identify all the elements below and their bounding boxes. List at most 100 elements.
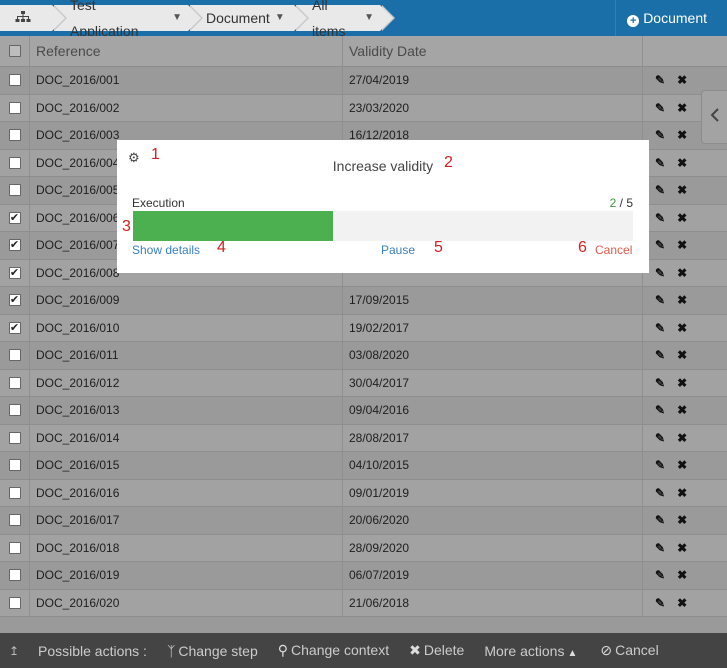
- close-icon[interactable]: ✖: [677, 73, 687, 87]
- row-checkbox[interactable]: ✔: [8, 239, 21, 252]
- row-checkbox[interactable]: ✔: [8, 321, 21, 334]
- row-checkbox[interactable]: ✔: [8, 294, 21, 307]
- pencil-icon[interactable]: ✎: [655, 458, 665, 472]
- table-row[interactable]: DOC_2016/013 09/04/2016 ✎ ✖: [0, 397, 727, 425]
- table-row[interactable]: DOC_2016/011 03/08/2020 ✎ ✖: [0, 342, 727, 370]
- cell-actions: ✎ ✖: [643, 480, 727, 507]
- table-row[interactable]: DOC_2016/012 30/04/2017 ✎ ✖: [0, 369, 727, 397]
- add-document-button[interactable]: + Document: [627, 0, 707, 36]
- pencil-icon[interactable]: ✎: [655, 431, 665, 445]
- close-icon[interactable]: ✖: [677, 266, 687, 280]
- row-checkbox[interactable]: ✔: [8, 266, 21, 279]
- pencil-icon[interactable]: ✎: [655, 266, 665, 280]
- close-icon[interactable]: ✖: [677, 458, 687, 472]
- table-row[interactable]: DOC_2016/018 28/09/2020 ✎ ✖: [0, 534, 727, 562]
- pencil-icon[interactable]: ✎: [655, 486, 665, 500]
- row-checkbox-cell: [0, 397, 30, 424]
- change-context-button[interactable]: ⚲ Change context: [278, 642, 389, 659]
- close-icon[interactable]: ✖: [677, 321, 687, 335]
- row-checkbox[interactable]: [8, 404, 21, 417]
- cancel-button[interactable]: Cancel: [595, 243, 632, 257]
- pencil-icon[interactable]: ✎: [655, 541, 665, 555]
- table-row[interactable]: DOC_2016/017 20/06/2020 ✎ ✖: [0, 507, 727, 535]
- close-icon[interactable]: ✖: [677, 183, 687, 197]
- close-icon[interactable]: ✖: [677, 101, 687, 115]
- close-icon[interactable]: ✖: [677, 431, 687, 445]
- cell-reference: DOC_2016/014: [30, 424, 343, 451]
- row-checkbox[interactable]: [8, 349, 21, 362]
- row-checkbox[interactable]: [8, 459, 21, 472]
- close-icon[interactable]: ✖: [677, 293, 687, 307]
- side-panel-toggle[interactable]: [701, 90, 727, 144]
- pencil-icon[interactable]: ✎: [655, 101, 665, 115]
- table-row[interactable]: DOC_2016/001 27/04/2019 ✎ ✖: [0, 67, 727, 95]
- row-checkbox[interactable]: [8, 569, 21, 582]
- close-icon[interactable]: ✖: [677, 568, 687, 582]
- row-checkbox[interactable]: [8, 129, 21, 142]
- cancel-selection-button[interactable]: ⊘ Cancel: [600, 642, 658, 659]
- pencil-icon[interactable]: ✎: [655, 73, 665, 87]
- close-icon[interactable]: ✖: [677, 596, 687, 610]
- table-row[interactable]: DOC_2016/015 04/10/2015 ✎ ✖: [0, 452, 727, 480]
- cell-actions: ✎ ✖: [643, 177, 727, 204]
- pencil-icon[interactable]: ✎: [655, 156, 665, 170]
- table-row[interactable]: DOC_2016/002 23/03/2020 ✎ ✖: [0, 94, 727, 122]
- close-icon[interactable]: ✖: [677, 513, 687, 527]
- pencil-icon[interactable]: ✎: [655, 321, 665, 335]
- pencil-icon[interactable]: ✎: [655, 376, 665, 390]
- row-checkbox[interactable]: [8, 541, 21, 554]
- row-checkbox[interactable]: [8, 74, 21, 87]
- pencil-icon[interactable]: ✎: [655, 293, 665, 307]
- close-icon[interactable]: ✖: [677, 376, 687, 390]
- breadcrumb-item-document[interactable]: Document ▼: [190, 5, 309, 31]
- delete-button[interactable]: ✖ Delete: [409, 642, 464, 659]
- chevron-down-icon: ▼: [364, 12, 374, 23]
- row-checkbox[interactable]: [8, 156, 21, 169]
- pencil-icon[interactable]: ✎: [655, 513, 665, 527]
- table-row[interactable]: DOC_2016/014 28/08/2017 ✎ ✖: [0, 424, 727, 452]
- row-checkbox[interactable]: [8, 431, 21, 444]
- close-icon[interactable]: ✖: [677, 348, 687, 362]
- close-icon[interactable]: ✖: [677, 211, 687, 225]
- pencil-icon[interactable]: ✎: [655, 211, 665, 225]
- close-icon[interactable]: ✖: [677, 128, 687, 142]
- row-checkbox[interactable]: ✔: [8, 211, 21, 224]
- table-row[interactable]: ✔ DOC_2016/010 19/02/2017 ✎ ✖: [0, 314, 727, 342]
- close-icon[interactable]: ✖: [677, 486, 687, 500]
- branch-icon: ᛉ: [166, 642, 176, 659]
- close-icon[interactable]: ✖: [677, 403, 687, 417]
- cell-actions: ✎ ✖: [643, 287, 727, 314]
- close-icon[interactable]: ✖: [677, 541, 687, 555]
- pause-button[interactable]: Pause: [381, 243, 415, 257]
- row-checkbox-cell: ✔: [0, 287, 30, 314]
- pencil-icon[interactable]: ✎: [655, 403, 665, 417]
- column-header-validity-date[interactable]: Validity Date: [343, 36, 643, 66]
- row-checkbox[interactable]: [8, 184, 21, 197]
- pencil-icon[interactable]: ✎: [655, 348, 665, 362]
- row-checkbox[interactable]: [8, 514, 21, 527]
- row-checkbox[interactable]: [8, 101, 21, 114]
- pencil-icon[interactable]: ✎: [655, 183, 665, 197]
- row-checkbox[interactable]: [8, 596, 21, 609]
- up-arrow-icon[interactable]: ↥: [0, 644, 28, 658]
- column-header-reference[interactable]: Reference: [30, 36, 343, 66]
- change-step-button[interactable]: ᛉ Change step: [167, 643, 258, 659]
- close-icon[interactable]: ✖: [677, 156, 687, 170]
- table-row[interactable]: DOC_2016/020 21/06/2018 ✎ ✖: [0, 589, 727, 617]
- table-row[interactable]: ✔ DOC_2016/009 17/09/2015 ✎ ✖: [0, 287, 727, 315]
- show-details-link[interactable]: Show details: [132, 243, 200, 257]
- row-checkbox[interactable]: [8, 376, 21, 389]
- breadcrumb-item-app[interactable]: Test Application ▼: [54, 0, 203, 39]
- select-all-checkbox[interactable]: [8, 45, 21, 57]
- pencil-icon[interactable]: ✎: [655, 596, 665, 610]
- more-actions-button[interactable]: More actions ▲: [484, 643, 580, 659]
- close-icon[interactable]: ✖: [677, 238, 687, 252]
- pencil-icon[interactable]: ✎: [655, 238, 665, 252]
- row-checkbox[interactable]: [8, 486, 21, 499]
- breadcrumb-home[interactable]: [0, 5, 67, 31]
- cell-validity-date: 23/03/2020: [343, 94, 643, 121]
- pencil-icon[interactable]: ✎: [655, 568, 665, 582]
- table-row[interactable]: DOC_2016/016 09/01/2019 ✎ ✖: [0, 479, 727, 507]
- table-row[interactable]: DOC_2016/019 06/07/2019 ✎ ✖: [0, 562, 727, 590]
- pencil-icon[interactable]: ✎: [655, 128, 665, 142]
